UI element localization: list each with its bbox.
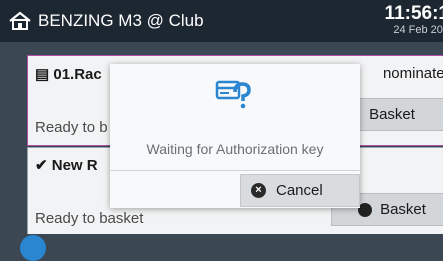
card-title: ✔ New R: [35, 156, 98, 174]
divider: [110, 170, 360, 171]
app-title: BENZING M3 @ Club: [38, 11, 204, 30]
clock-time: 11:56:1: [384, 3, 443, 24]
card-title-text: New R: [51, 157, 98, 174]
close-icon: ×: [251, 183, 266, 198]
key-card-icon: [215, 80, 251, 109]
card-title: ▤ 01.Rac: [35, 65, 102, 83]
clock-date: 24 Feb 202: [393, 24, 443, 36]
status-badge: nominated: [382, 65, 443, 82]
cancel-button[interactable]: × Cancel: [240, 174, 360, 207]
dialog-message: Waiting for Authorization key: [146, 141, 324, 157]
basket-button-label: Basket: [369, 106, 415, 123]
basket-button-label: Basket: [380, 201, 426, 218]
home-icon[interactable]: [8, 11, 32, 31]
card-title-text: 01.Rac: [53, 66, 102, 83]
card-status: Ready to basket: [35, 210, 144, 227]
dock-button[interactable]: [20, 235, 46, 261]
authorization-dialog: Waiting for Authorization key × Cancel: [110, 64, 360, 208]
app-header: BENZING M3 @ Club 11:56:1 24 Feb 202: [0, 0, 443, 42]
basket-icon: [358, 202, 373, 217]
card-status: Ready to b: [35, 119, 108, 136]
bird-icon: ✔: [35, 157, 48, 174]
document-icon: ▤: [35, 66, 50, 83]
cancel-button-label: Cancel: [276, 182, 323, 199]
